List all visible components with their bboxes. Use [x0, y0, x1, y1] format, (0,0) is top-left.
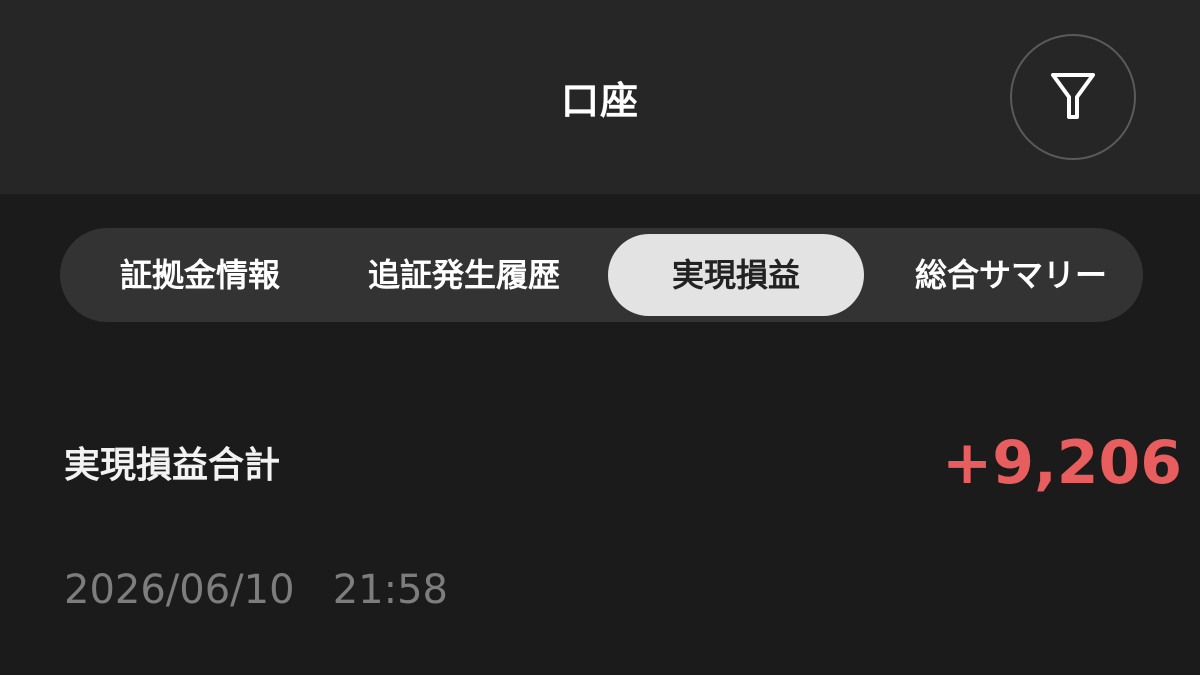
realized-pnl-total-value: +9,206	[941, 428, 1182, 498]
timestamp-time: 21:58	[332, 567, 448, 613]
filter-button[interactable]	[1010, 34, 1136, 160]
realized-pnl-total-label: 実現損益合計	[64, 445, 281, 486]
header-bar: 口座	[0, 0, 1200, 194]
timestamp: 2026/06/10 21:58	[64, 562, 448, 618]
timestamp-date: 2026/06/10	[64, 567, 295, 613]
tab-bar: 証拠金情報 追証発生履歴 実現損益 総合サマリー	[60, 228, 1143, 322]
tab-overall-summary[interactable]: 総合サマリー	[876, 234, 1143, 316]
filter-icon	[1051, 73, 1095, 119]
tab-margin-info[interactable]: 証拠金情報	[70, 234, 330, 316]
tab-realized-pnl[interactable]: 実現損益	[608, 234, 864, 316]
tab-margin-call-history[interactable]: 追証発生履歴	[332, 234, 596, 316]
